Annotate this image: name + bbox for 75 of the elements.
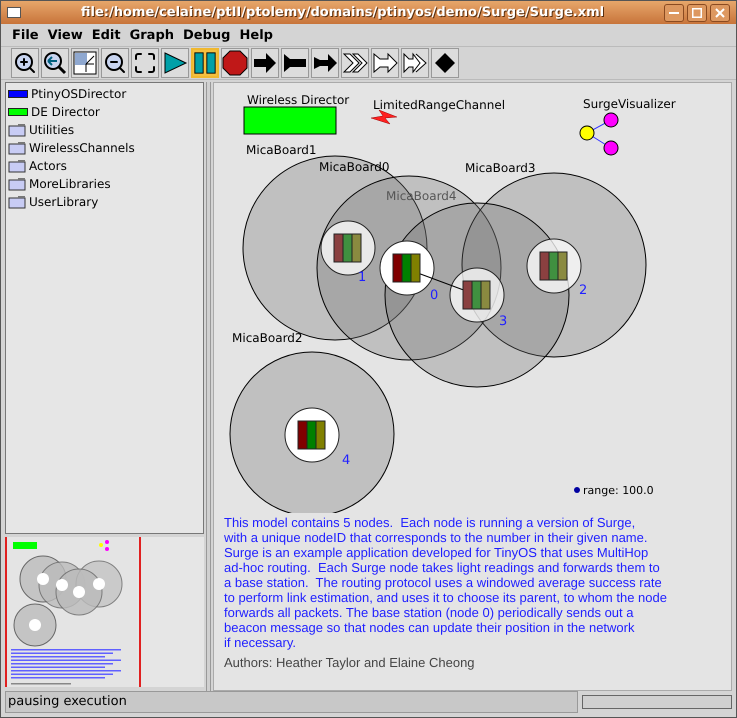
tree-item[interactable]: WirelessChannels bbox=[8, 139, 202, 157]
stop-icon bbox=[222, 50, 248, 76]
sensor-node-icon bbox=[298, 420, 326, 450]
authors-text: Authors: Heather Taylor and Elaine Cheong bbox=[223, 654, 476, 672]
sensor-node-icon bbox=[392, 254, 420, 282]
maximize-icon bbox=[692, 8, 702, 18]
folder-icon bbox=[8, 195, 26, 209]
channel-label: LimitedRangeChannel bbox=[373, 98, 506, 112]
range-dot-icon bbox=[574, 487, 580, 493]
close-icon bbox=[715, 8, 725, 18]
maximize-button[interactable] bbox=[687, 4, 707, 22]
visualizer-label: SurgeVisualizer bbox=[583, 97, 676, 111]
folder-icon bbox=[8, 159, 26, 173]
toolbar-button[interactable] bbox=[281, 48, 309, 78]
folder-icon bbox=[8, 123, 26, 137]
model-description: This model contains 5 nodes. Each node is running a version of Surge, with a unique nodeID that corresponds to the number in their given name. Surge is an example application developed for TinyOS that uses MultiHop ad-hoc routing. Each Surge node takes light readings and forwards them to a base station. The routing protocol uses a windowed average success rate to perform link estimation, and uses it to choose its parent, to whom the node forwards all packets. The base station (node 0) periodically sends out a beacon message so that nodes can update their position in the network if necessary. bbox=[223, 514, 668, 650]
board-label: MicaBoard2 bbox=[232, 331, 303, 345]
toolbar-button[interactable] bbox=[251, 48, 279, 78]
toolbar-button[interactable] bbox=[11, 48, 39, 78]
tree-item[interactable]: MoreLibraries bbox=[8, 175, 202, 193]
toolbar-button[interactable] bbox=[131, 48, 159, 78]
tree-item[interactable]: UserLibrary bbox=[8, 193, 202, 211]
director-label: Wireless Director bbox=[247, 93, 350, 107]
folder-icon bbox=[8, 177, 26, 191]
tree-item[interactable]: PtinyOSDirector bbox=[8, 85, 202, 103]
window-title: file:/home/celaine/ptII/ptolemy/domains/ptinyos/demo/Surge/Surge.xml bbox=[80, 4, 606, 22]
menu-item[interactable]: File bbox=[9, 26, 42, 46]
toolbar-button[interactable] bbox=[371, 48, 399, 78]
toolbar-button[interactable] bbox=[161, 48, 189, 78]
sensor-node-icon bbox=[462, 280, 490, 310]
zoom-in-icon bbox=[13, 51, 37, 75]
tree-item[interactable]: Utilities bbox=[8, 121, 202, 139]
minimize-icon bbox=[669, 12, 679, 14]
zoom-out-icon bbox=[103, 51, 127, 75]
board-label: MicaBoard3 bbox=[465, 161, 536, 175]
status-message: pausing execution bbox=[5, 691, 578, 713]
arrow-icon bbox=[252, 50, 278, 76]
toolbar-button[interactable] bbox=[71, 48, 99, 78]
node-id: 1 bbox=[358, 270, 366, 285]
range-label: range: 100.0 bbox=[583, 484, 654, 497]
lightning-icon bbox=[370, 110, 398, 124]
fit-icon bbox=[72, 50, 98, 76]
window-icon bbox=[7, 7, 21, 18]
menu-item[interactable]: Help bbox=[236, 26, 276, 46]
arrow-icon bbox=[372, 50, 398, 76]
sensor-node-icon bbox=[540, 252, 568, 280]
node-id: 0 bbox=[430, 288, 438, 303]
menu-item[interactable]: Edit bbox=[88, 26, 124, 46]
tree-item[interactable]: DE Director bbox=[8, 103, 202, 121]
toolbar-button[interactable] bbox=[101, 48, 129, 78]
zoom-reset-icon bbox=[42, 50, 68, 76]
menu-item[interactable]: View bbox=[44, 26, 86, 46]
close-button[interactable] bbox=[710, 4, 730, 22]
node-id: 3 bbox=[499, 314, 508, 329]
sensor-node-icon bbox=[334, 234, 362, 262]
tree-item[interactable]: Actors bbox=[8, 157, 202, 175]
node-id: 2 bbox=[579, 283, 588, 298]
toolbar-button[interactable] bbox=[341, 48, 369, 78]
node-id: 4 bbox=[342, 453, 350, 468]
minimize-button[interactable] bbox=[664, 4, 684, 22]
pause-icon bbox=[193, 50, 217, 76]
toolbar-button[interactable] bbox=[431, 48, 459, 78]
menu-item[interactable]: Debug bbox=[180, 26, 234, 46]
toolbar-button[interactable] bbox=[401, 48, 429, 78]
toolbar-button[interactable] bbox=[221, 48, 249, 78]
toolbar-button[interactable] bbox=[191, 48, 219, 78]
board-label: MicaBoard1 bbox=[246, 143, 317, 157]
toolbar-button[interactable] bbox=[311, 48, 339, 78]
play-icon bbox=[162, 50, 188, 76]
toolbar-button[interactable] bbox=[41, 48, 69, 78]
graph-icon bbox=[580, 112, 618, 156]
full-screen-icon bbox=[133, 51, 157, 75]
double-arrow-icon bbox=[402, 50, 428, 76]
folder-icon bbox=[8, 141, 26, 155]
menu-item[interactable]: Graph bbox=[126, 26, 178, 46]
